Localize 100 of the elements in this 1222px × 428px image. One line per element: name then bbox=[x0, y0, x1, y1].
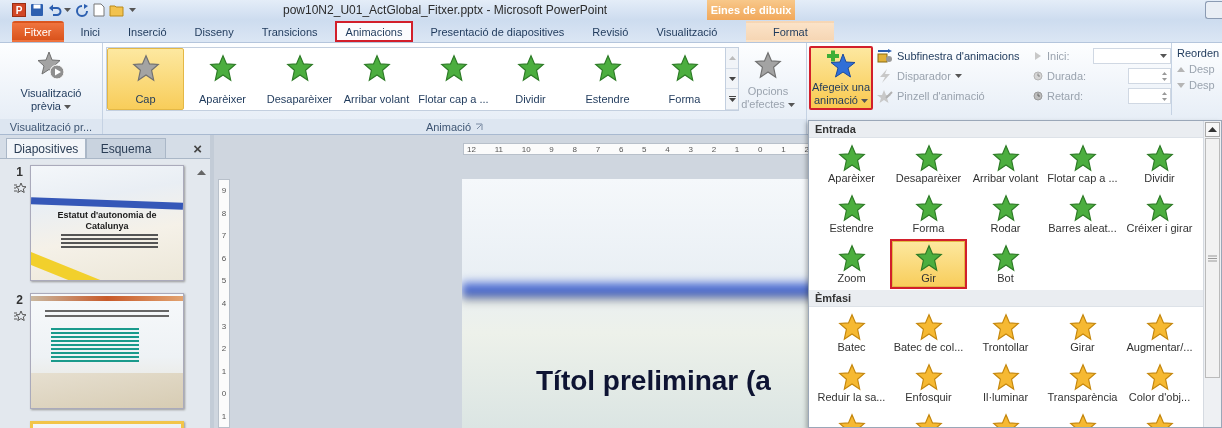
dropdown-field[interactable] bbox=[1093, 48, 1171, 64]
window-control-button[interactable] bbox=[1205, 1, 1222, 19]
ribbon-tab[interactable]: Visualització bbox=[645, 21, 729, 42]
scroll-thumb[interactable] bbox=[1205, 138, 1220, 378]
star-icon bbox=[837, 313, 866, 341]
ribbon-button[interactable]: Subfinestra d'animacions bbox=[877, 47, 1029, 64]
animation-option[interactable]: Flotar cap a ... bbox=[415, 48, 492, 110]
reorder-label: Reorden bbox=[1177, 47, 1220, 59]
star-icon bbox=[914, 194, 943, 222]
star-icon bbox=[991, 313, 1020, 341]
close-button[interactable]: × bbox=[193, 140, 202, 157]
animation-option[interactable]: Enfosquir bbox=[890, 358, 967, 408]
animation-option[interactable]: Desaparèixer bbox=[890, 139, 967, 189]
animation-option[interactable]: Forma bbox=[890, 189, 967, 239]
animation-option[interactable]: Augmentar/... bbox=[1121, 308, 1198, 358]
slide-thumbnail[interactable] bbox=[30, 293, 184, 409]
animation-option[interactable]: Créixer i girar bbox=[1121, 189, 1198, 239]
undo-button[interactable] bbox=[48, 3, 71, 17]
animation-option[interactable]: Desaparèixer bbox=[261, 48, 338, 110]
up-triangle-icon bbox=[728, 55, 736, 60]
slide-number: 2 bbox=[16, 293, 23, 307]
animation-option[interactable]: Arribar volant bbox=[338, 48, 415, 110]
star-icon bbox=[914, 244, 943, 272]
star-icon bbox=[991, 194, 1020, 222]
animation-option[interactable]: Gir bbox=[890, 239, 967, 289]
slide-thumbnail[interactable]: Estatut d'autonomia de Catalunya bbox=[30, 165, 184, 281]
star-icon bbox=[991, 144, 1020, 172]
caret-icon bbox=[861, 99, 869, 104]
star-icon bbox=[285, 54, 314, 82]
ribbon-tab[interactable]: Inici bbox=[69, 21, 112, 42]
animation-option[interactable]: Zoom bbox=[813, 239, 890, 289]
add-animation-button[interactable]: Afegeix una animació bbox=[809, 46, 873, 110]
animation-option[interactable]: Il·luminar bbox=[967, 358, 1044, 408]
star-icon bbox=[1145, 313, 1174, 341]
customize-toolbar-button[interactable] bbox=[129, 8, 136, 12]
ribbon-tab[interactable]: Animacions bbox=[334, 21, 414, 42]
caret-icon bbox=[1160, 54, 1167, 58]
new-document-button[interactable] bbox=[93, 3, 105, 17]
star-icon bbox=[1145, 144, 1174, 172]
animation-option[interactable]: Trontollar bbox=[967, 308, 1044, 358]
animation-option[interactable]: Batec de col... bbox=[890, 308, 967, 358]
animation-option[interactable]: Reduir la sa... bbox=[813, 358, 890, 408]
spinner-field[interactable] bbox=[1128, 88, 1171, 104]
app-logo: P bbox=[12, 3, 26, 17]
animation-option[interactable]: Transparència bbox=[1044, 358, 1121, 408]
ribbon-tab[interactable]: Presentació de diapositives bbox=[419, 21, 576, 42]
group-label: Visualització pr... bbox=[0, 119, 102, 134]
ribbon-tab[interactable]: Format bbox=[746, 21, 835, 42]
field-label: Retard: bbox=[1047, 90, 1085, 102]
lightning-icon bbox=[877, 68, 893, 83]
undo-arrow-icon bbox=[48, 3, 62, 17]
folder-icon bbox=[109, 3, 125, 17]
star-icon bbox=[439, 54, 468, 82]
preview-button[interactable]: Visualització prèvia bbox=[3, 47, 99, 117]
clock-icon bbox=[1033, 71, 1043, 81]
animation-option[interactable]: Girar bbox=[1044, 308, 1121, 358]
up-triangle-icon bbox=[197, 170, 206, 175]
spinner-field[interactable] bbox=[1128, 68, 1171, 84]
animation-option[interactable]: Dividir bbox=[492, 48, 569, 110]
grip-lines-icon bbox=[1208, 254, 1217, 262]
animation-option[interactable]: Aparèixer bbox=[813, 139, 890, 189]
caret-icon bbox=[64, 8, 71, 12]
ribbon-tab[interactable]: Disseny bbox=[183, 21, 245, 42]
animation-option[interactable]: Aparèixer bbox=[184, 48, 261, 110]
animation-option[interactable]: Flotar cap a ... bbox=[1044, 139, 1121, 189]
triangle-icon bbox=[1177, 66, 1185, 72]
star-icon bbox=[593, 54, 622, 82]
star-icon bbox=[837, 194, 866, 222]
pane-tab[interactable]: Esquema bbox=[86, 138, 166, 158]
slide-title: Estatut d'autonomia de Catalunya bbox=[56, 210, 158, 232]
redo-button[interactable] bbox=[75, 3, 89, 17]
pane-icon bbox=[877, 48, 893, 63]
scroll-up-button[interactable] bbox=[1205, 122, 1220, 137]
ribbon-tab[interactable]: Inserció bbox=[117, 21, 178, 42]
animation-option[interactable]: Cap bbox=[107, 48, 184, 110]
animation-option[interactable]: Barres aleat... bbox=[1044, 189, 1121, 239]
animation-option[interactable]: Estendre bbox=[569, 48, 646, 110]
pane-tab[interactable]: Diapositives bbox=[6, 138, 86, 158]
expand-icon bbox=[728, 96, 736, 103]
animation-option[interactable]: Batec bbox=[813, 308, 890, 358]
animation-option[interactable]: Arribar volant bbox=[967, 139, 1044, 189]
star-icon bbox=[1068, 144, 1097, 172]
animation-option[interactable]: Forma bbox=[646, 48, 723, 110]
star-icon bbox=[1068, 194, 1097, 222]
star-icon bbox=[914, 313, 943, 341]
star-icon bbox=[837, 244, 866, 272]
animation-option[interactable]: Color d'obj... bbox=[1121, 358, 1198, 408]
caret-icon bbox=[787, 103, 795, 108]
animation-option[interactable]: Estendre bbox=[813, 189, 890, 239]
star-icon bbox=[362, 54, 391, 82]
ribbon-tab[interactable]: Revisió bbox=[581, 21, 640, 42]
animation-option[interactable]: Dividir bbox=[1121, 139, 1198, 189]
animation-option[interactable]: Rodar bbox=[967, 189, 1044, 239]
star-icon bbox=[208, 54, 237, 82]
star-icon bbox=[516, 54, 545, 82]
star-icon bbox=[1145, 363, 1174, 391]
field-label: Durada: bbox=[1047, 70, 1088, 82]
ribbon-tab[interactable]: Transicions bbox=[250, 21, 329, 42]
scroll-down-button[interactable] bbox=[726, 68, 738, 90]
animation-option[interactable]: Bot bbox=[967, 239, 1044, 289]
